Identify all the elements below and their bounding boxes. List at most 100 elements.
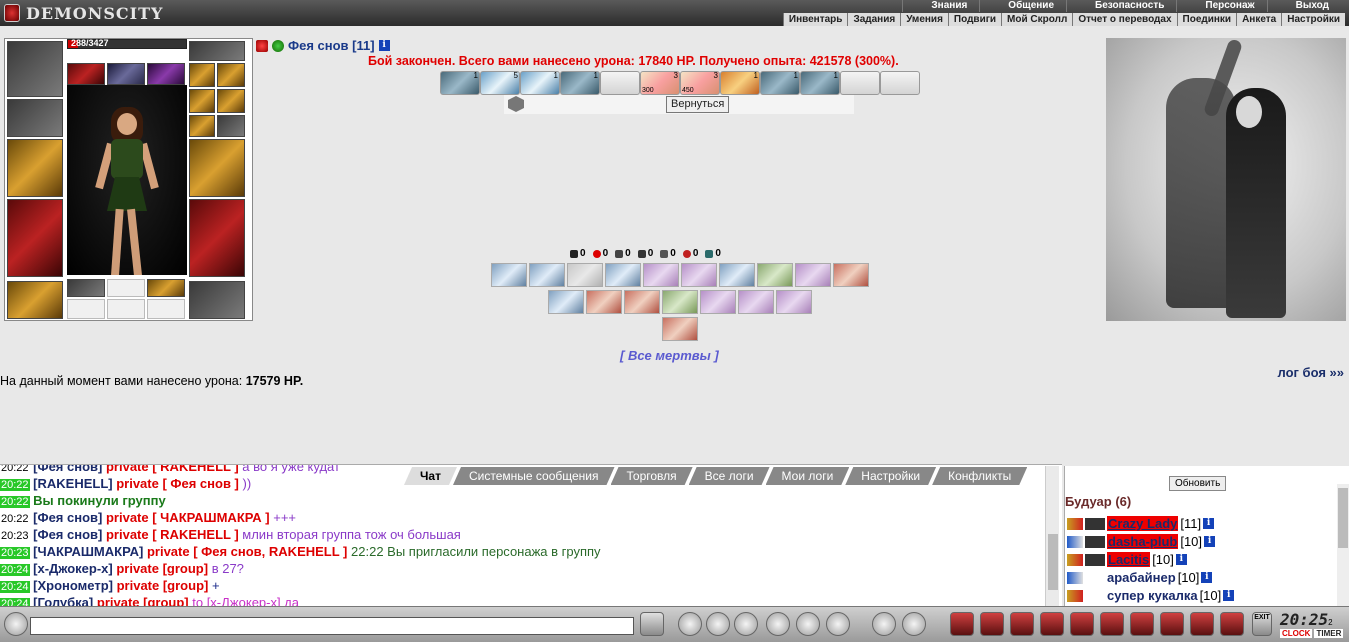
timer-label[interactable]: TIMER bbox=[1314, 629, 1344, 638]
quick-slot-8-icon[interactable] bbox=[1160, 612, 1184, 636]
effect-slot[interactable]: 1 bbox=[520, 71, 560, 95]
tab-conflicts[interactable]: Конфликты bbox=[932, 467, 1027, 485]
battle-log-link[interactable]: лог боя »» bbox=[1277, 365, 1344, 380]
effect-slot[interactable]: 3 300 bbox=[640, 71, 680, 95]
pocket-slot-3[interactable] bbox=[189, 89, 215, 113]
user-name[interactable]: dasha-plub bbox=[1107, 534, 1179, 549]
message-time[interactable]: 20:24 bbox=[0, 581, 30, 593]
message-time[interactable]: 20:22 bbox=[0, 496, 30, 508]
menu-item-security[interactable]: Безопасность bbox=[1066, 0, 1176, 12]
effect-slot[interactable]: 1 bbox=[760, 71, 800, 95]
info-icon[interactable]: i bbox=[1203, 518, 1215, 529]
skill-slot[interactable] bbox=[548, 290, 584, 314]
userlist-scroll-thumb[interactable] bbox=[1338, 488, 1348, 548]
quick-slot-6-icon[interactable] bbox=[1100, 612, 1124, 636]
message-private-to[interactable]: private [ Фея снов, RAKEHELL ] bbox=[147, 544, 347, 559]
message-private-to[interactable]: private [ RAKEHELL ] bbox=[106, 527, 239, 542]
smiley-icon[interactable] bbox=[872, 612, 896, 636]
tab-chat[interactable]: Чат bbox=[404, 467, 457, 485]
boots-slot[interactable] bbox=[189, 281, 245, 319]
submenu-item-my-scroll[interactable]: Мой Скролл bbox=[1001, 13, 1072, 26]
message-nick[interactable]: [х-Джокер-х] bbox=[33, 561, 113, 576]
logo[interactable]: DEMONSCITY bbox=[4, 2, 174, 24]
skill-slot[interactable] bbox=[795, 263, 831, 287]
pocket-slot-2[interactable] bbox=[217, 63, 245, 87]
user-row[interactable]: Crazy Lady [11] i bbox=[1067, 516, 1215, 531]
user-name[interactable]: Crazy Lady bbox=[1107, 516, 1179, 531]
menu-item-knowledge[interactable]: Знания bbox=[902, 0, 979, 12]
rune-slot-3[interactable] bbox=[147, 279, 185, 297]
walk-icon[interactable] bbox=[766, 612, 790, 636]
message-private-to[interactable]: private [ ЧАКРАШМАКРА ] bbox=[106, 510, 270, 525]
scroll-slot-3[interactable] bbox=[147, 299, 185, 319]
skill-slot[interactable] bbox=[491, 263, 527, 287]
effect-slot[interactable] bbox=[840, 71, 880, 95]
message-time[interactable]: 20:22 bbox=[0, 465, 30, 474]
chat-scroll-thumb[interactable] bbox=[1048, 534, 1058, 590]
submenu-item-settings[interactable]: Настройки bbox=[1281, 13, 1345, 26]
weapon-left-slot[interactable] bbox=[7, 139, 63, 197]
quick-slot-10-icon[interactable] bbox=[1220, 612, 1244, 636]
message-nick[interactable]: [ЧАКРАШМАКРА] bbox=[33, 544, 143, 559]
message-nick[interactable]: [Фея снов] bbox=[33, 510, 102, 525]
user-name[interactable]: Lacitis bbox=[1107, 552, 1151, 567]
message-time[interactable]: 20:23 bbox=[0, 530, 30, 542]
effect-slot[interactable] bbox=[880, 71, 920, 95]
menu-item-communication[interactable]: Общение bbox=[979, 0, 1066, 12]
tab-trade[interactable]: Торговля bbox=[611, 467, 693, 485]
skill-slot[interactable] bbox=[529, 263, 565, 287]
bracers-slot[interactable] bbox=[7, 99, 63, 137]
quick-slot-1-icon[interactable] bbox=[950, 612, 974, 636]
message-private-to[interactable]: private [group] bbox=[117, 578, 209, 593]
exit-button[interactable]: EXIT bbox=[1252, 612, 1272, 636]
clear-icon[interactable] bbox=[678, 612, 702, 636]
skill-slot[interactable] bbox=[586, 290, 622, 314]
tab-my-logs[interactable]: Мои логи bbox=[766, 467, 850, 485]
info-icon[interactable]: i bbox=[1204, 536, 1216, 547]
user-name[interactable]: супер кукалка bbox=[1107, 588, 1198, 603]
skill-slot[interactable] bbox=[624, 290, 660, 314]
user-status-icon[interactable] bbox=[1067, 571, 1083, 584]
weapon-right-slot[interactable] bbox=[189, 139, 245, 197]
quick-slot-2-icon[interactable] bbox=[980, 612, 1004, 636]
info-icon[interactable]: i bbox=[1223, 590, 1235, 601]
skill-slot[interactable] bbox=[700, 290, 736, 314]
belt-slot[interactable] bbox=[7, 281, 63, 319]
message-time[interactable]: 20:22 bbox=[0, 479, 30, 491]
quick-slot-4-icon[interactable] bbox=[1040, 612, 1064, 636]
skill-slot[interactable] bbox=[738, 290, 774, 314]
skill-slot[interactable] bbox=[719, 263, 755, 287]
amulet-slot[interactable] bbox=[67, 63, 105, 85]
message-nick[interactable]: [Голубка] bbox=[33, 595, 93, 606]
skill-slot[interactable] bbox=[757, 263, 793, 287]
skill-slot[interactable] bbox=[567, 263, 603, 287]
user-status-icon[interactable] bbox=[1067, 589, 1083, 602]
chat-scrollbar[interactable] bbox=[1045, 466, 1059, 606]
ring-slot-1[interactable] bbox=[107, 63, 145, 85]
message-time[interactable]: 20:24 bbox=[0, 564, 30, 576]
tab-system[interactable]: Системные сообщения bbox=[453, 467, 615, 485]
pocket-slot-1[interactable] bbox=[189, 63, 215, 87]
skill-slot[interactable] bbox=[662, 290, 698, 314]
message-private-to[interactable]: private [group] bbox=[116, 561, 208, 576]
log-icon[interactable] bbox=[734, 612, 758, 636]
pocket-slot-6[interactable] bbox=[217, 115, 245, 137]
info-icon[interactable]: i bbox=[1175, 554, 1187, 565]
message-private-to[interactable]: private [ Фея снов ] bbox=[116, 476, 239, 491]
submenu-item-quests[interactable]: Задания bbox=[847, 13, 900, 26]
message-time[interactable]: 20:23 bbox=[0, 547, 30, 559]
skill-slot[interactable] bbox=[662, 317, 698, 341]
quick-slot-9-icon[interactable] bbox=[1190, 612, 1214, 636]
message-nick[interactable]: [Фея снов] bbox=[33, 465, 102, 474]
helmet-icon[interactable] bbox=[902, 612, 926, 636]
message-nick[interactable]: [Фея снов] bbox=[33, 527, 102, 542]
user-row[interactable]: Lacitis [10] i bbox=[1067, 552, 1187, 567]
effect-slot[interactable]: 1 bbox=[720, 71, 760, 95]
player-name[interactable]: Фея снов [11] bbox=[288, 38, 375, 53]
tab-settings[interactable]: Настройки bbox=[845, 467, 936, 485]
helmet-slot[interactable] bbox=[7, 41, 63, 97]
quick-slot-7-icon[interactable] bbox=[1130, 612, 1154, 636]
cloak-slot[interactable] bbox=[189, 199, 245, 277]
smile-menu-icon[interactable] bbox=[4, 612, 28, 636]
tab-all-logs[interactable]: Все логи bbox=[689, 467, 770, 485]
